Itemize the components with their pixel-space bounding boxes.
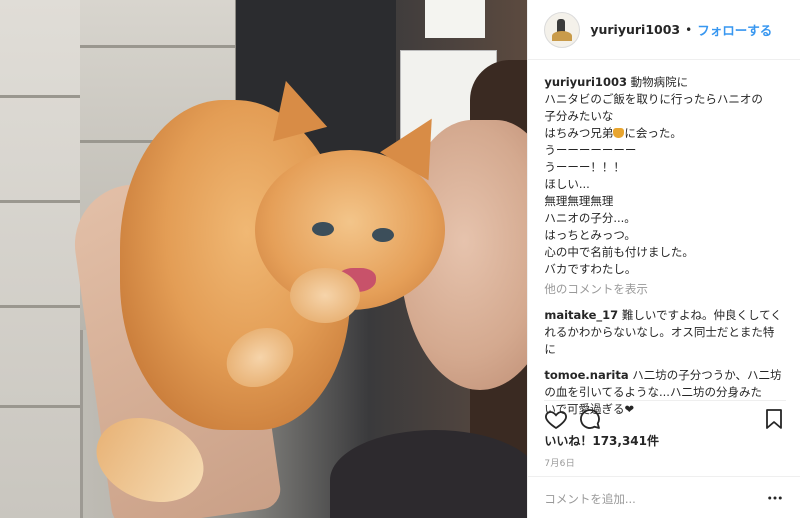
photo-kitten-paw (290, 268, 360, 323)
photo-shirt (330, 430, 528, 518)
follow-button[interactable]: フォローする (697, 20, 772, 39)
caption-line: 子分みたいな (544, 109, 614, 123)
post-date[interactable]: 7月6日 (544, 456, 575, 469)
instagram-post: yuriyuri1003 • フォローする yuriyuri1003 動物病院に… (0, 0, 800, 518)
likes-count[interactable]: いいね！173,341件 (544, 432, 659, 449)
post-header: yuriyuri1003 • フォローする (528, 0, 800, 60)
photo-paper-top (425, 0, 485, 38)
avatar[interactable] (544, 11, 581, 48)
caption-username[interactable]: yuriyuri1003 (544, 75, 627, 89)
post-sidebar: yuriyuri1003 • フォローする yuriyuri1003 動物病院に… (527, 0, 800, 518)
comment-text: れるかわからないなし。オス同士だとまた特 (544, 325, 775, 339)
comment: maitake_17 難しいですよね。仲良くしてく れるかわからないなし。オス同… (544, 307, 786, 358)
photo-cabinet-left (0, 0, 83, 518)
comment-text: ハ二坊の子分つうか、ハ二坊 (632, 368, 782, 382)
comment-username[interactable]: maitake_17 (544, 308, 618, 322)
separator-dot: • (685, 22, 693, 37)
photo-kitten-eye (312, 222, 334, 236)
caption-line: yuriyuri1003 動物病院に (544, 75, 689, 89)
caption-line: バカですわたし。 (544, 262, 637, 276)
comment-text: の血を引いてるような...ハ二坊の分身みた (544, 385, 762, 399)
caption-line: はちみつ兄弟 に会った。 (544, 126, 682, 140)
comments-section: yuriyuri1003 動物病院に ハニタビのご飯を取りに行ったらハニオの 子… (544, 74, 786, 418)
comment-icon[interactable] (578, 407, 602, 431)
comment-text: 難しいですよね。仲良くしてく (621, 308, 782, 322)
caption-line: 心の中で名前も付けました。 (544, 245, 694, 259)
caption-line: ほしい... (544, 177, 590, 191)
caption-line: 無理無理無理 (544, 194, 614, 208)
photo-kitten-eye-2 (372, 228, 394, 242)
comment-username[interactable]: tomoe.narita (544, 368, 628, 382)
honey-pot-icon (613, 128, 625, 138)
more-icon[interactable] (766, 489, 784, 507)
add-comment-placeholder[interactable]: コメントを追加... (544, 492, 635, 506)
caption-line: うーーー！！！ (544, 160, 625, 174)
heart-icon[interactable] (544, 407, 568, 431)
comment-text: に (544, 342, 556, 356)
caption-line: ハニオの子分...。 (544, 211, 636, 225)
caption-line: ハニタビのご飯を取りに行ったらハニオの (544, 92, 763, 106)
view-more-comments-link[interactable]: 他のコメントを表示 (544, 281, 786, 298)
bookmark-icon[interactable] (762, 407, 786, 431)
username[interactable]: yuriyuri1003 (590, 22, 680, 37)
add-comment-field[interactable]: コメントを追加... (528, 476, 800, 518)
caption-line: うーーーーーーー (544, 143, 637, 157)
caption-line: はっちとみっつ。 (544, 228, 636, 242)
post-photo[interactable] (0, 0, 528, 518)
